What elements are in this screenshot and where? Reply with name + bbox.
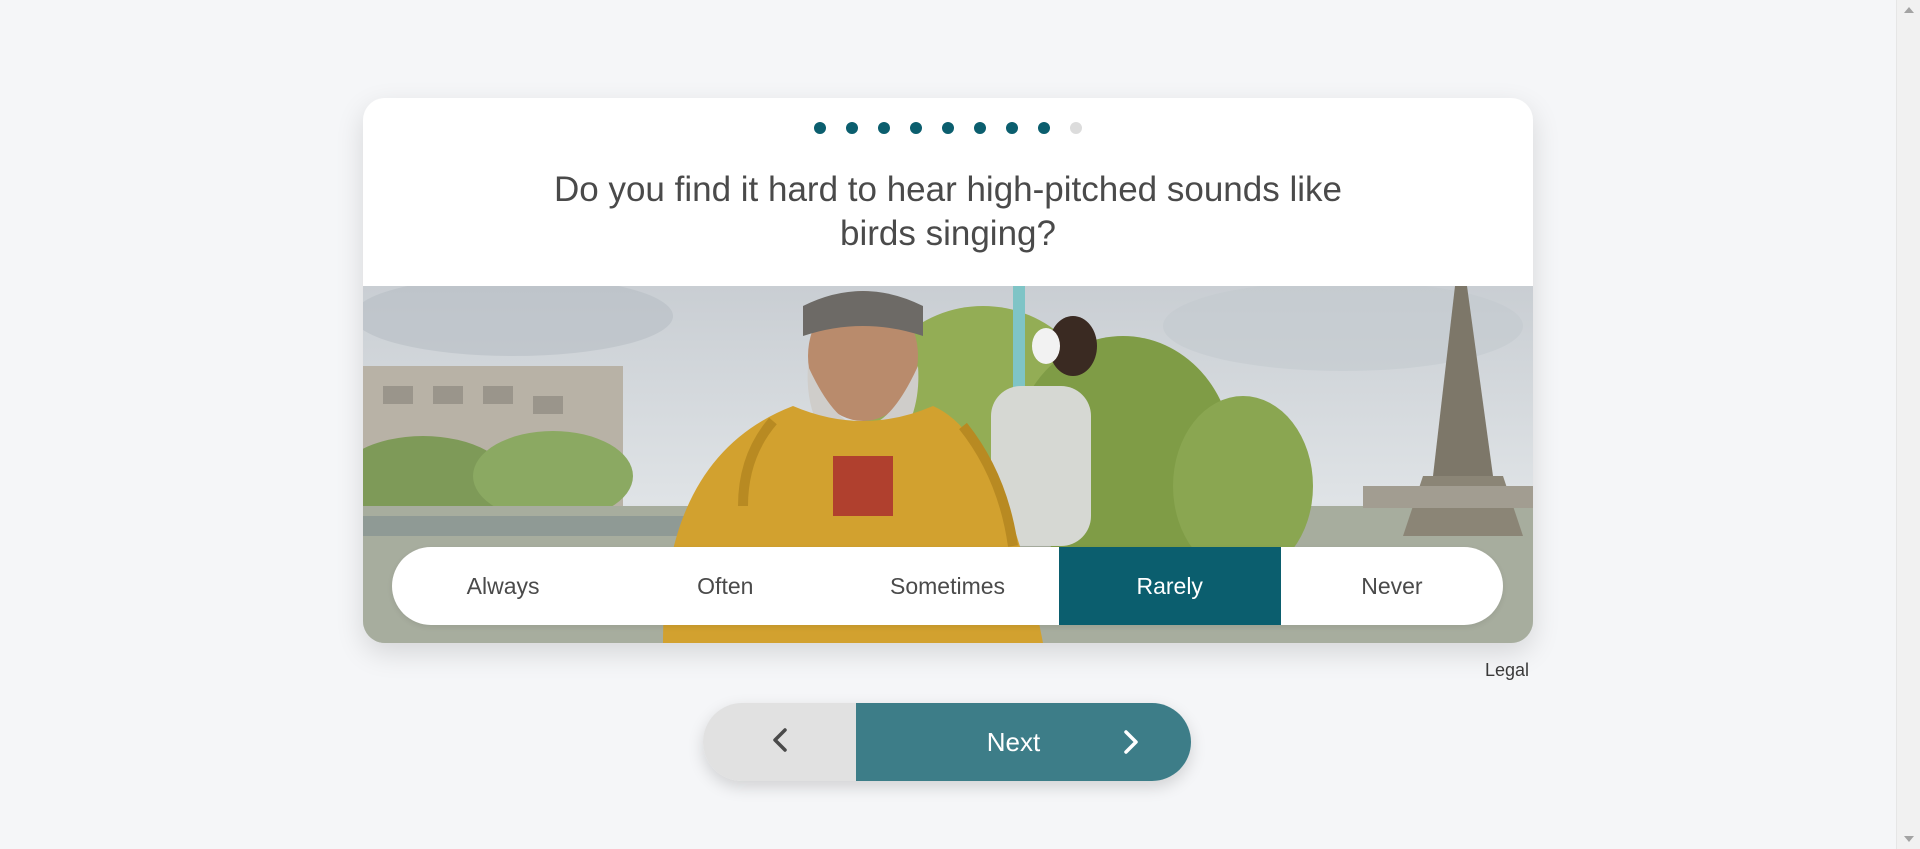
scroll-down-arrow-icon[interactable] xyxy=(1897,829,1920,849)
question-text: Do you find it hard to hear high-pitched… xyxy=(554,170,1342,253)
chevron-left-icon xyxy=(770,727,790,758)
progress-dot-6 xyxy=(974,122,986,134)
progress-dot-2 xyxy=(846,122,858,134)
progress-dot-9 xyxy=(1070,122,1082,134)
option-rarely[interactable]: Rarely xyxy=(1058,547,1281,625)
progress-dot-5 xyxy=(942,122,954,134)
option-always[interactable]: Always xyxy=(392,547,614,625)
question-card: Do you find it hard to hear high-pitched… xyxy=(363,98,1533,643)
answer-options: Always Often Sometimes Rarely Never xyxy=(392,547,1503,625)
progress-dot-1 xyxy=(814,122,826,134)
next-button[interactable]: Next xyxy=(856,703,1191,781)
option-sometimes[interactable]: Sometimes xyxy=(836,547,1058,625)
option-often[interactable]: Often xyxy=(614,547,836,625)
scroll-up-arrow-icon[interactable] xyxy=(1897,0,1920,20)
chevron-right-icon xyxy=(1121,729,1141,762)
progress-dot-4 xyxy=(910,122,922,134)
progress-dot-3 xyxy=(878,122,890,134)
progress-dot-8 xyxy=(1038,122,1050,134)
option-never[interactable]: Never xyxy=(1281,547,1503,625)
next-button-label: Next xyxy=(986,726,1041,757)
progress-dots xyxy=(363,122,1533,134)
back-button[interactable] xyxy=(703,703,856,781)
progress-dot-7 xyxy=(1006,122,1018,134)
legal-link[interactable]: Legal xyxy=(1485,660,1529,681)
navigation-bar: Next xyxy=(703,703,1191,781)
page-scrollbar[interactable] xyxy=(1896,0,1920,849)
